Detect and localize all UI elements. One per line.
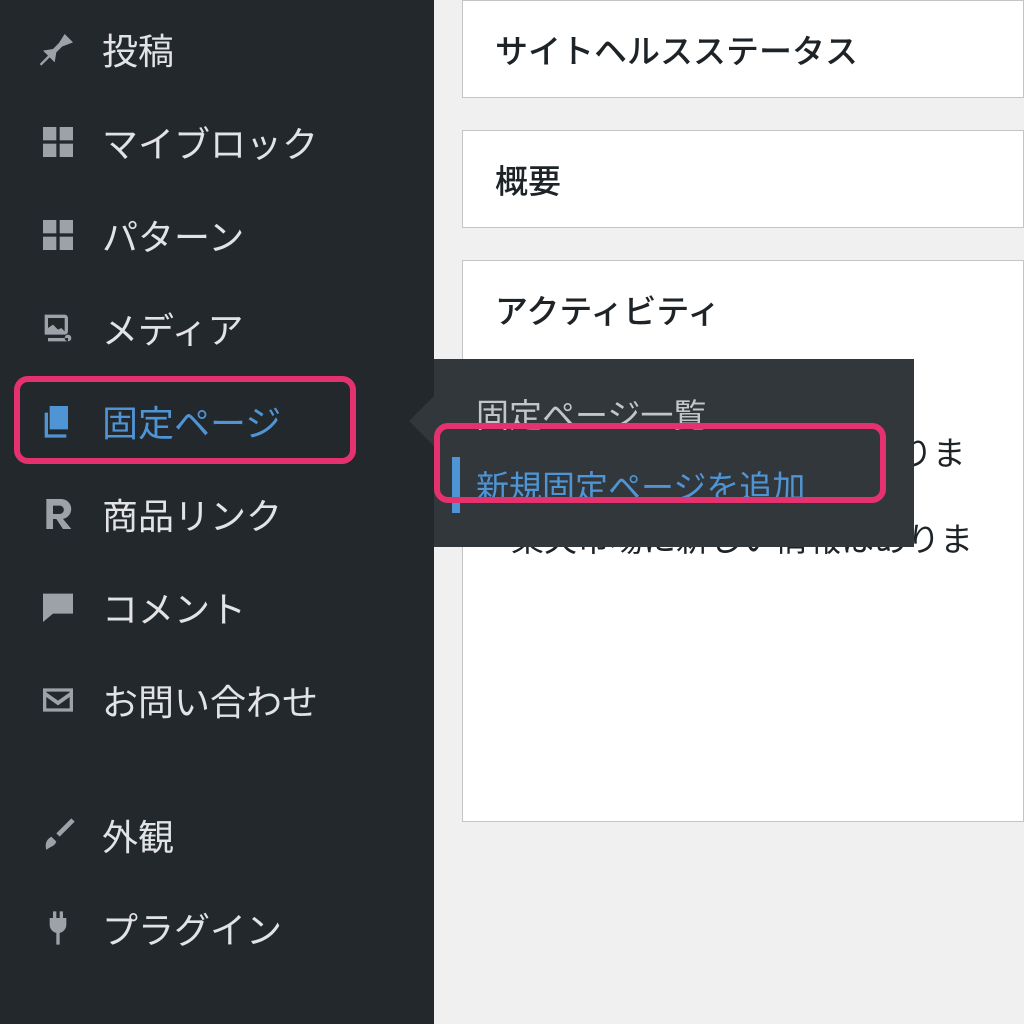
comment-icon (34, 583, 82, 631)
sidebar-item-label: コメント (102, 581, 246, 633)
sidebar-item-label: 投稿 (102, 23, 174, 75)
panel-title: サイトヘルスステータス (463, 1, 1023, 97)
pages-icon (34, 397, 82, 445)
sidebar-item-label: パターン (102, 209, 244, 261)
grid-icon (34, 211, 82, 259)
sidebar-item-product-links[interactable]: 商品リンク (0, 467, 434, 560)
media-icon (34, 304, 82, 352)
brush-icon (34, 811, 82, 859)
panel-title: アクティビティ (463, 261, 1023, 357)
menu-separator (0, 746, 434, 788)
panel-site-health: サイトヘルスステータス (462, 0, 1024, 98)
mail-icon (34, 676, 82, 724)
submenu-item-label: 新規固定ページを追加 (476, 461, 805, 509)
sidebar-item-label: 外観 (102, 809, 174, 861)
sidebar-item-patterns[interactable]: パターン (0, 188, 434, 281)
sidebar-item-label: 商品リンク (102, 488, 282, 540)
pages-submenu-flyout: 固定ページ一覧 新規固定ページを追加 (434, 359, 914, 547)
sidebar-item-pages[interactable]: 固定ページ (0, 374, 434, 467)
sidebar-item-comments[interactable]: コメント (0, 560, 434, 653)
sidebar-item-posts[interactable]: 投稿 (0, 2, 434, 95)
panel-title: 概要 (463, 131, 1023, 227)
grid-icon (34, 118, 82, 166)
sidebar-item-appearance[interactable]: 外観 (0, 788, 434, 881)
submenu-item-page-list[interactable]: 固定ページ一覧 (434, 377, 914, 449)
sidebar-item-label: お問い合わせ (102, 674, 318, 726)
admin-sidebar: 投稿 マイブロック パターン メディア 固定ページ 商品リンク (0, 0, 434, 1024)
sidebar-item-plugins[interactable]: プラグイン (0, 881, 434, 974)
sidebar-item-label: マイブロック (102, 116, 318, 168)
sidebar-item-label: 固定ページ (102, 395, 281, 447)
pin-icon (34, 25, 82, 73)
sidebar-item-contact[interactable]: お問い合わせ (0, 653, 434, 746)
sidebar-item-label: メディア (102, 302, 243, 354)
submenu-item-label: 固定ページ一覧 (476, 389, 706, 437)
panel-overview: 概要 (462, 130, 1024, 228)
sidebar-item-label: プラグイン (102, 902, 282, 954)
sidebar-item-media[interactable]: メディア (0, 281, 434, 374)
submenu-item-add-page[interactable]: 新規固定ページを追加 (434, 449, 914, 521)
plug-icon (34, 904, 82, 952)
letter-r-icon (34, 490, 82, 538)
sidebar-item-myblocks[interactable]: マイブロック (0, 95, 434, 188)
